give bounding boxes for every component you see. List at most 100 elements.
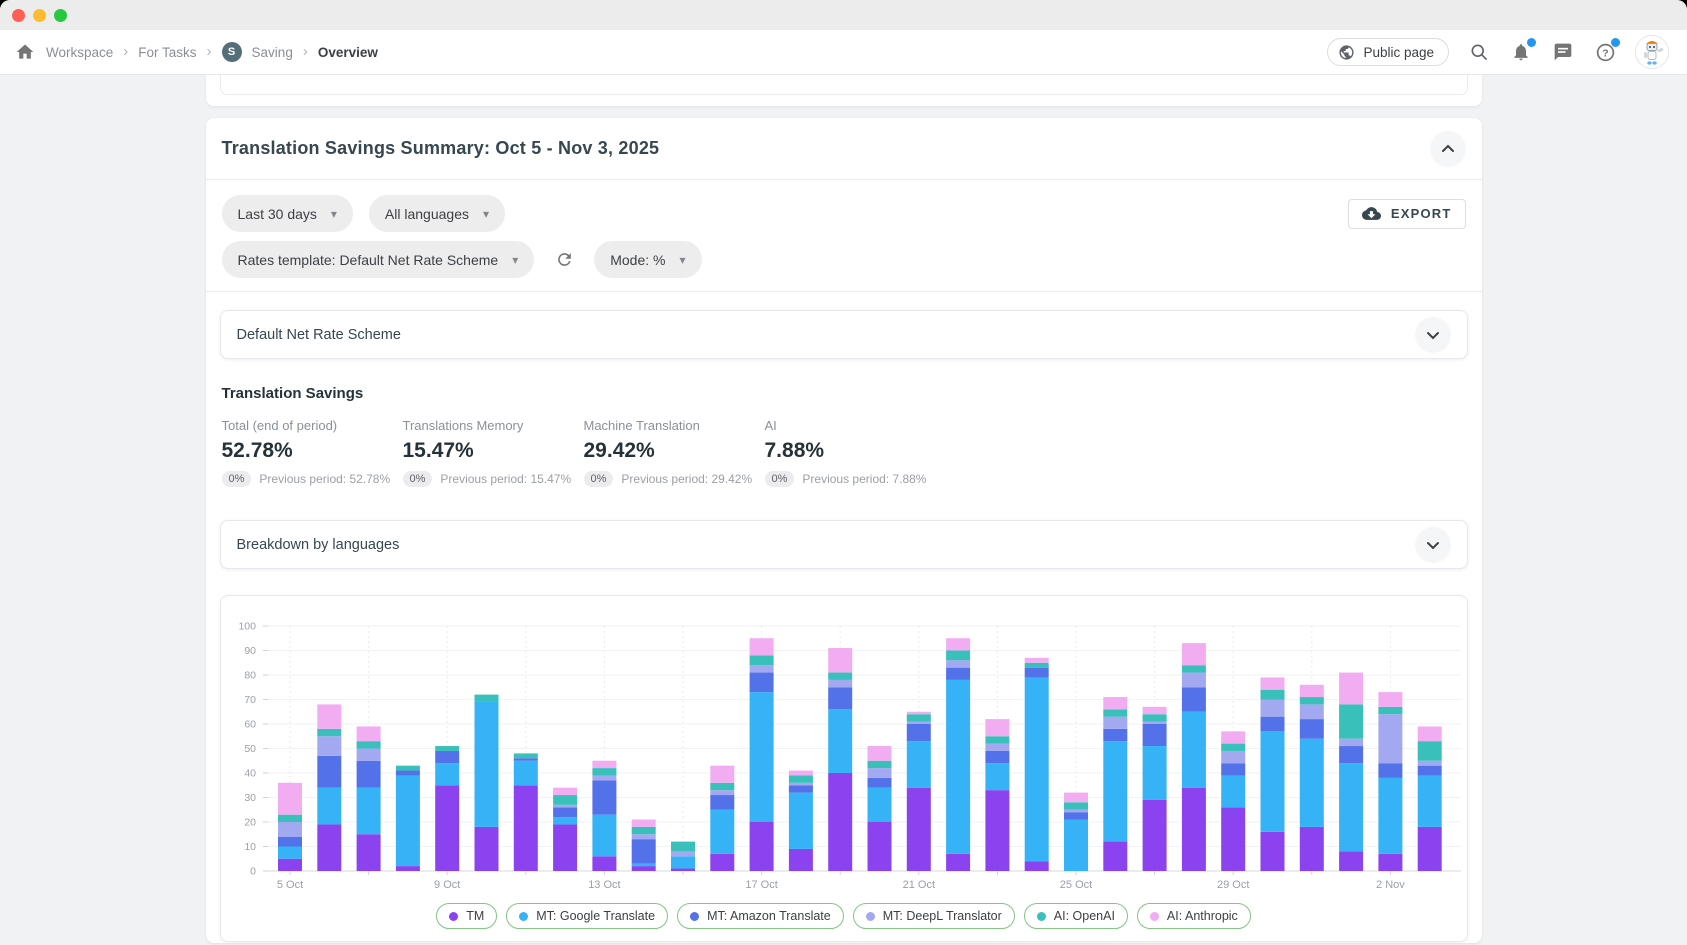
bar-segment[interactable] xyxy=(1103,741,1127,841)
bar-segment[interactable] xyxy=(278,783,302,815)
bar-segment[interactable] xyxy=(906,724,930,741)
bar-segment[interactable] xyxy=(828,648,852,673)
bar-segment[interactable] xyxy=(1024,861,1048,871)
stacked-bar[interactable] xyxy=(828,648,852,871)
bar-segment[interactable] xyxy=(985,751,1009,763)
bar-segment[interactable] xyxy=(906,722,930,724)
bar-segment[interactable] xyxy=(592,856,616,871)
legend-item[interactable]: AI: Anthropic xyxy=(1137,903,1251,929)
bar-segment[interactable] xyxy=(1024,663,1048,668)
bar-segment[interactable] xyxy=(710,795,734,810)
bar-segment[interactable] xyxy=(749,692,773,822)
stacked-bar[interactable] xyxy=(1064,793,1088,871)
bar-segment[interactable] xyxy=(1181,788,1205,871)
bar-segment[interactable] xyxy=(1221,763,1245,775)
stacked-bar[interactable] xyxy=(671,842,695,871)
bar-segment[interactable] xyxy=(513,785,537,871)
bar-segment[interactable] xyxy=(317,729,341,736)
bar-segment[interactable] xyxy=(867,822,891,871)
bar-segment[interactable] xyxy=(946,668,970,680)
bar-segment[interactable] xyxy=(710,766,734,783)
bar-segment[interactable] xyxy=(553,807,577,817)
bar-segment[interactable] xyxy=(1299,697,1323,704)
bar-segment[interactable] xyxy=(553,795,577,805)
bar-segment[interactable] xyxy=(867,788,891,822)
stacked-bar[interactable] xyxy=(946,638,970,871)
bar-segment[interactable] xyxy=(985,736,1009,743)
bar-segment[interactable] xyxy=(1142,714,1166,721)
legend-item[interactable]: TM xyxy=(436,903,497,929)
bar-segment[interactable] xyxy=(278,859,302,871)
bar-segment[interactable] xyxy=(1103,697,1127,709)
stacked-bar[interactable] xyxy=(867,746,891,871)
bar-segment[interactable] xyxy=(1339,704,1363,738)
bar-segment[interactable] xyxy=(435,746,459,751)
bar-segment[interactable] xyxy=(435,785,459,871)
bar-segment[interactable] xyxy=(867,761,891,768)
stacked-bar[interactable] xyxy=(788,771,812,871)
bar-segment[interactable] xyxy=(749,822,773,871)
stacked-bar[interactable] xyxy=(710,766,734,871)
stacked-bar[interactable] xyxy=(356,726,380,871)
bar-segment[interactable] xyxy=(749,638,773,655)
bar-segment[interactable] xyxy=(1181,712,1205,788)
bar-segment[interactable] xyxy=(1024,668,1048,678)
bar-segment[interactable] xyxy=(435,763,459,785)
bar-segment[interactable] xyxy=(553,824,577,871)
bar-segment[interactable] xyxy=(906,714,930,721)
legend-item[interactable]: MT: Google Translate xyxy=(506,903,668,929)
bar-segment[interactable] xyxy=(513,758,537,760)
user-avatar[interactable] xyxy=(1635,35,1669,69)
stacked-bar[interactable] xyxy=(278,783,302,871)
bar-segment[interactable] xyxy=(356,749,380,761)
bar-segment[interactable] xyxy=(867,778,891,788)
bar-segment[interactable] xyxy=(553,805,577,807)
stacked-bar[interactable] xyxy=(592,761,616,871)
bar-segment[interactable] xyxy=(1142,707,1166,714)
bar-segment[interactable] xyxy=(1299,719,1323,739)
stacked-bar[interactable] xyxy=(1417,726,1441,871)
bar-segment[interactable] xyxy=(278,837,302,847)
bar-segment[interactable] xyxy=(906,741,930,788)
bar-segment[interactable] xyxy=(1103,729,1127,741)
expand-breakdown-button[interactable] xyxy=(1415,527,1451,563)
bar-segment[interactable] xyxy=(1378,707,1402,714)
stacked-bar[interactable] xyxy=(985,719,1009,871)
bar-segment[interactable] xyxy=(671,869,695,871)
bar-segment[interactable] xyxy=(985,763,1009,790)
bar-segment[interactable] xyxy=(788,775,812,782)
rate-scheme-row[interactable]: Default Net Rate Scheme xyxy=(220,310,1468,359)
bar-segment[interactable] xyxy=(395,866,419,871)
legend-item[interactable]: MT: Amazon Translate xyxy=(677,903,844,929)
stacked-bar[interactable] xyxy=(1181,643,1205,871)
bar-segment[interactable] xyxy=(985,790,1009,871)
bar-segment[interactable] xyxy=(1417,761,1441,766)
bar-segment[interactable] xyxy=(828,680,852,687)
bar-segment[interactable] xyxy=(1103,717,1127,729)
bar-segment[interactable] xyxy=(631,866,655,871)
stacked-bar[interactable] xyxy=(906,712,930,871)
bar-segment[interactable] xyxy=(1299,685,1323,697)
bar-segment[interactable] xyxy=(1339,739,1363,746)
bar-segment[interactable] xyxy=(985,719,1009,736)
bar-segment[interactable] xyxy=(1142,724,1166,746)
bar-segment[interactable] xyxy=(631,834,655,839)
bar-segment[interactable] xyxy=(1024,677,1048,861)
breakdown-row[interactable]: Breakdown by languages xyxy=(220,520,1468,569)
zoom-window-button[interactable] xyxy=(54,9,67,22)
bar-segment[interactable] xyxy=(671,842,695,852)
bar-segment[interactable] xyxy=(710,854,734,871)
period-filter-dropdown[interactable]: Last 30 days ▾ xyxy=(222,195,353,232)
bar-segment[interactable] xyxy=(906,712,930,714)
close-window-button[interactable] xyxy=(12,9,25,22)
bar-segment[interactable] xyxy=(1221,775,1245,807)
bar-segment[interactable] xyxy=(1417,741,1441,761)
search-icon[interactable] xyxy=(1467,40,1491,64)
bar-segment[interactable] xyxy=(1378,714,1402,763)
bar-segment[interactable] xyxy=(1260,700,1284,717)
bar-segment[interactable] xyxy=(828,673,852,680)
bar-segment[interactable] xyxy=(356,726,380,741)
minimize-window-button[interactable] xyxy=(33,9,46,22)
bar-segment[interactable] xyxy=(828,687,852,709)
bar-segment[interactable] xyxy=(395,771,419,776)
